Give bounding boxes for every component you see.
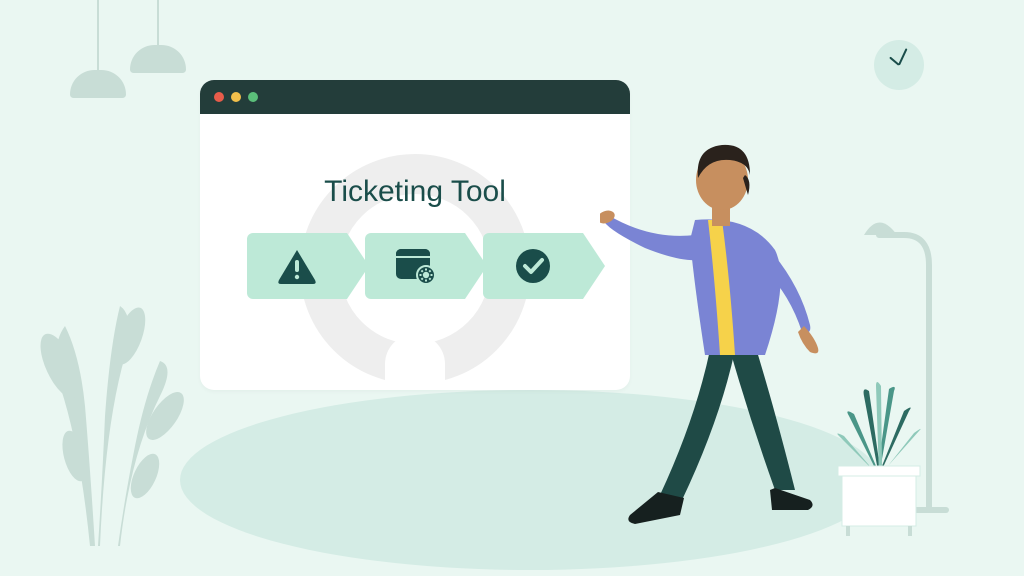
alert-icon	[277, 248, 317, 284]
window-title: Ticketing Tool	[324, 175, 506, 209]
clock-icon	[874, 40, 924, 90]
settings-window-icon	[394, 247, 436, 285]
window-titlebar	[200, 80, 630, 114]
plant-decoration	[30, 266, 210, 546]
minimize-dot-icon	[231, 92, 241, 102]
ceiling-lamp-icon	[70, 0, 126, 98]
workflow-steps	[247, 233, 583, 299]
step-complete	[483, 233, 583, 299]
check-circle-icon	[514, 247, 552, 285]
ceiling-lamp-icon	[130, 0, 186, 73]
maximize-dot-icon	[248, 92, 258, 102]
window-body: Ticketing Tool	[200, 114, 630, 390]
app-window: Ticketing Tool	[200, 80, 630, 390]
person-illustration	[600, 120, 860, 520]
close-dot-icon	[214, 92, 224, 102]
step-alert	[247, 233, 347, 299]
step-configure	[365, 233, 465, 299]
